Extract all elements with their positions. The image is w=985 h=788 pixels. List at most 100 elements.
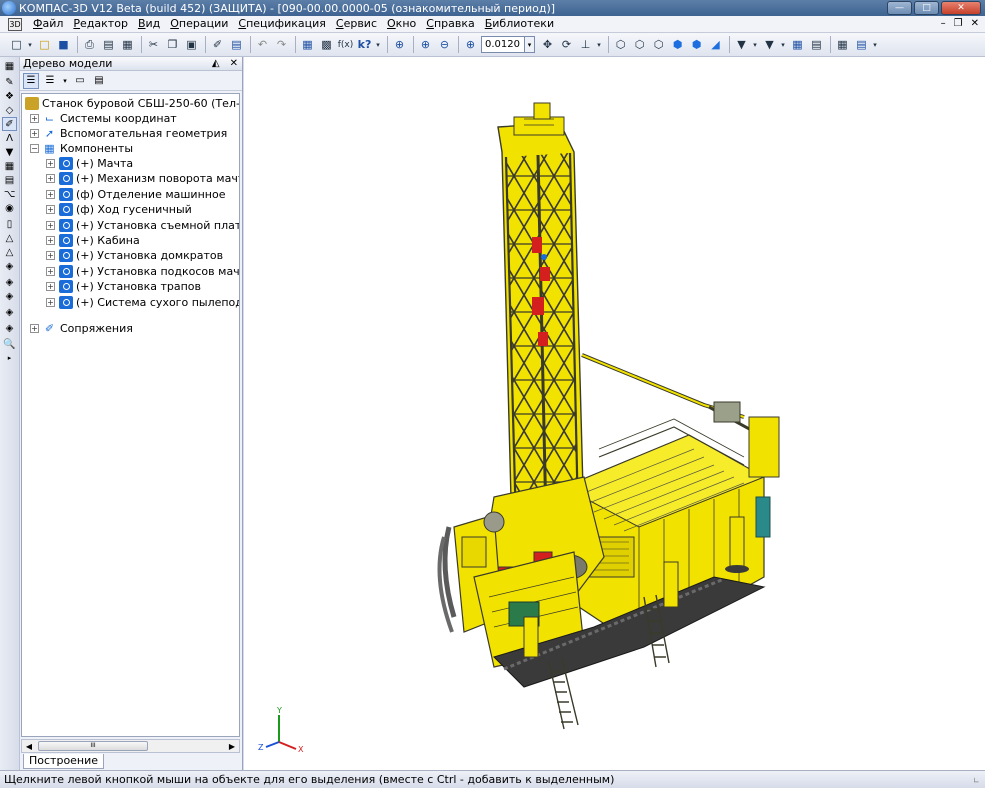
open-folder-icon[interactable]: □ [36, 36, 53, 53]
scroll-left-icon[interactable]: ◀ [22, 740, 36, 752]
spec-objects-icon[interactable]: ▦ [2, 159, 17, 173]
menu-item-5[interactable]: Сервис [331, 16, 382, 32]
menu-item-4[interactable]: Спецификация [233, 16, 330, 32]
edit-assembly-icon[interactable]: ▦ [2, 59, 17, 73]
zoom-window-icon[interactable]: ⊕ [391, 36, 408, 53]
maximize-button[interactable]: □ [914, 1, 939, 15]
surface-icon[interactable]: ▯ [2, 217, 17, 231]
dimensions-icon[interactable]: ❖ [2, 89, 17, 103]
filter-objects-icon[interactable]: ▼ [2, 145, 17, 159]
doc-close-icon[interactable]: ✕ [971, 18, 979, 29]
search-3d-icon[interactable]: 🔍 [2, 337, 17, 351]
menu-item-2[interactable]: Вид [133, 16, 165, 32]
menu-item-8[interactable]: Библиотеки [480, 16, 559, 32]
scroll-thumb[interactable]: III [38, 741, 148, 751]
rotate-icon[interactable]: ⟳ [558, 36, 575, 53]
expand-icon[interactable]: + [46, 189, 55, 199]
drilling-rig-model[interactable]: Y X Z [244, 57, 985, 770]
help-context-icon[interactable]: k? [356, 36, 373, 53]
tree-node-component[interactable]: + (ф) Отделение машинное [46, 187, 225, 202]
cable-icon[interactable]: ◈ [2, 259, 17, 273]
tree-node-component[interactable]: + (+) Установка домкратов [46, 248, 223, 263]
hidden-thin-icon[interactable]: ⬡ [650, 36, 667, 53]
perspective-icon[interactable]: ◢ [707, 36, 724, 53]
tree-node-coordinate-systems[interactable]: + ⌙ Системы координат [30, 111, 177, 126]
expand-icon[interactable]: + [30, 129, 39, 138]
spec-icon[interactable]: ▦ [834, 36, 851, 53]
pan-icon[interactable]: ✥ [539, 36, 556, 53]
tree-node-component[interactable]: + (+) Система сухого пылеподавления [46, 295, 239, 310]
expand-icon[interactable]: + [30, 114, 39, 123]
function-icon[interactable]: f(x) [337, 36, 354, 53]
zoom-field[interactable]: 0.0120 [481, 36, 525, 53]
zoom-dropdown-icon[interactable]: ▾ [525, 36, 535, 53]
tree-node-component[interactable]: + (+) Мачта [46, 156, 133, 171]
weld-icon[interactable]: ◈ [2, 275, 17, 289]
expand-toolbar-icon[interactable]: ▸ [2, 351, 17, 365]
zoom-out-icon[interactable]: ⊖ [436, 36, 453, 53]
tree-node-mates[interactable]: + ✐ Сопряжения [30, 321, 133, 336]
tree-node-component[interactable]: + (+) Установка подкосов мачты [46, 264, 239, 279]
report-icon[interactable]: ▤ [853, 36, 870, 53]
new-dropdown-icon[interactable]: ▾ [27, 36, 33, 53]
save-icon[interactable]: ■ [55, 36, 72, 53]
doc-restore-icon[interactable]: ❐ [954, 18, 963, 29]
expand-icon[interactable]: + [30, 324, 39, 333]
tree-node-component[interactable]: + (+) Механизм поворота мачты [46, 171, 239, 186]
undo-icon[interactable]: ↶ [254, 36, 271, 53]
expand-icon[interactable]: + [46, 282, 55, 292]
halftone-icon[interactable]: ⬢ [669, 36, 686, 53]
new-document-icon[interactable]: □ [8, 36, 25, 53]
pin-icon[interactable]: ◭ [212, 58, 220, 69]
help-dropdown-icon[interactable]: ▾ [375, 36, 381, 53]
close-button[interactable]: ✕ [941, 1, 981, 15]
expand-icon[interactable]: + [46, 236, 55, 245]
menu-item-0[interactable]: Файл [28, 16, 68, 32]
snap-icon[interactable]: ▦ [789, 36, 806, 53]
fastener-icon[interactable]: ◈ [2, 289, 17, 303]
orientation-dropdown-icon[interactable]: ▾ [596, 36, 602, 53]
menu-item-1[interactable]: Редактор [68, 16, 133, 32]
orientation-icon[interactable]: ⊥ [577, 36, 594, 53]
tree-node-component[interactable]: + (+) Кабина [46, 233, 140, 248]
tree-node-aux-geometry[interactable]: + ➚ Вспомогательная геометрия [30, 126, 227, 141]
tree-close-icon[interactable]: ✕ [230, 58, 238, 69]
doc-minimize-icon[interactable]: – [941, 18, 946, 29]
print-preview-icon[interactable]: ▤ [100, 36, 117, 53]
tree-node-components[interactable]: − ▦ Компоненты [30, 141, 133, 156]
filter-icon[interactable]: ▼ [733, 36, 750, 53]
zoom-scale-icon[interactable]: ⊕ [462, 36, 479, 53]
analysis-icon[interactable]: ◉ [2, 201, 17, 215]
tree-node-component[interactable]: + (+) Установка трапов [46, 279, 201, 294]
measure-icon[interactable]: ⌥ [2, 187, 17, 201]
tree-mode-icon[interactable]: ▭ [72, 73, 88, 89]
reports-icon[interactable]: ▤ [2, 173, 17, 187]
mates-icon[interactable]: ✐ [2, 117, 17, 131]
copy-icon[interactable]: ❐ [164, 36, 181, 53]
library-icon[interactable]: ◈ [2, 305, 17, 319]
tree-node-component[interactable]: + (ф) Ход гусеничный [46, 202, 192, 217]
sketch-icon[interactable]: ✎ [2, 75, 17, 89]
expand-icon[interactable]: + [46, 266, 55, 276]
constraints-icon[interactable]: ◇ [2, 103, 17, 117]
expand-icon[interactable]: + [46, 205, 55, 215]
kompas-app-icon[interactable] [2, 1, 16, 15]
expand-icon[interactable]: + [46, 251, 55, 261]
wireframe-icon[interactable]: ⬡ [612, 36, 629, 53]
paste-icon[interactable]: ▣ [183, 36, 200, 53]
minimize-button[interactable]: — [887, 1, 912, 15]
expand-icon[interactable]: + [46, 174, 55, 184]
resize-grip-icon[interactable]: ∟ [973, 776, 983, 786]
manager-icon[interactable]: ▦ [299, 36, 316, 53]
halftone-edges-icon[interactable]: ⬢ [688, 36, 705, 53]
properties-icon[interactable]: ▤ [228, 36, 245, 53]
selection-dropdown-icon[interactable]: ▾ [780, 36, 786, 53]
expand-icon[interactable]: + [46, 159, 55, 168]
tree-root-node[interactable]: Станок буровой СБШ-250-60 (Тел-0, Компон [24, 96, 239, 111]
menu-item-6[interactable]: Окно [382, 16, 421, 32]
zoom-in-icon[interactable]: ⊕ [417, 36, 434, 53]
menu-item-7[interactable]: Справка [421, 16, 479, 32]
tree-filter-icon[interactable]: ▤ [91, 73, 107, 89]
scroll-right-icon[interactable]: ▶ [225, 740, 239, 752]
tree-view-dropdown-icon[interactable]: ▾ [61, 73, 69, 89]
